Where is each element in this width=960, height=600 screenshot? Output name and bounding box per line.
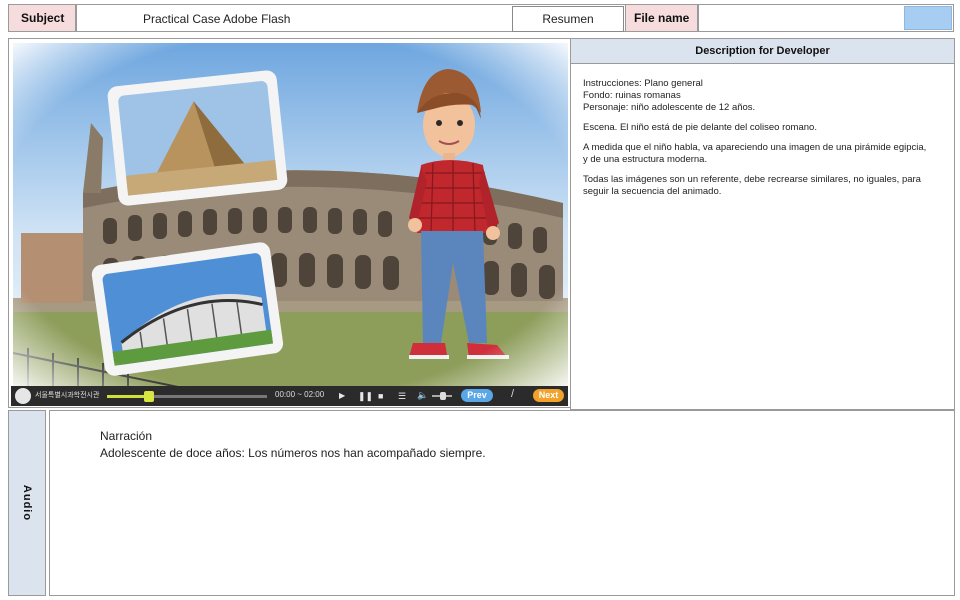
nav-separator: / (511, 388, 515, 400)
progress-handle[interactable] (143, 391, 154, 402)
prev-button[interactable]: Prev (461, 389, 493, 402)
description-line: Fondo: ruinas romanas (583, 90, 681, 101)
blue-action-button[interactable] (904, 6, 952, 30)
description-body: Instrucciones: Plano general Fondo: ruin… (571, 64, 954, 198)
vignette (13, 43, 568, 388)
volume-handle[interactable] (440, 392, 446, 400)
volume-icon[interactable]: 🔈 (417, 390, 428, 400)
subject-label: Subject (8, 4, 76, 32)
media-player-bar: 서울특별시과학전시관 00:00 ~ 02:00 ▶ ❚❚ ■ ☰ 🔈 Prev… (11, 386, 568, 406)
description-header: Description for Developer (571, 39, 954, 64)
description-scene: Escena. El niño está de pie delante del … (583, 122, 817, 133)
progress-fill (107, 395, 149, 398)
pause-icon[interactable]: ❚❚ (358, 391, 373, 401)
audio-side-tab: Audio (8, 410, 46, 596)
org-name: 서울특별시과학전시관 (35, 391, 100, 399)
next-button[interactable]: Next (533, 389, 564, 402)
description-images: A medida que el niño habla, va aparecien… (583, 142, 927, 165)
scene-panel: 서울특별시과학전시관 00:00 ~ 02:00 ▶ ❚❚ ■ ☰ 🔈 Prev… (8, 38, 571, 408)
audio-label: Audio (21, 484, 33, 522)
resumen-button[interactable]: Resumen (512, 6, 624, 32)
description-note: Todas las imágenes son un referente, deb… (583, 174, 921, 197)
description-line: Instrucciones: Plano general (583, 78, 703, 89)
audio-narration-text: Adolescente de doce años: Los números no… (100, 446, 486, 460)
progress-track[interactable] (107, 391, 267, 402)
subject-value: Practical Case Adobe Flash (143, 12, 291, 26)
playlist-icon[interactable]: ☰ (398, 391, 406, 401)
stop-icon[interactable]: ■ (378, 391, 383, 401)
audio-panel: Narración Adolescente de doce años: Los … (49, 410, 955, 596)
volume-slider[interactable] (432, 392, 452, 400)
scene-illustration (13, 43, 568, 388)
description-line: Personaje: niño adolescente de 12 años. (583, 102, 756, 113)
audio-narration-heading: Narración (100, 429, 153, 443)
description-panel: Description for Developer Instrucciones:… (570, 38, 955, 410)
file-name-label: File name (625, 4, 698, 32)
play-icon[interactable]: ▶ (339, 391, 345, 401)
org-logo-icon (15, 388, 31, 404)
time-display: 00:00 ~ 02:00 (275, 390, 325, 399)
